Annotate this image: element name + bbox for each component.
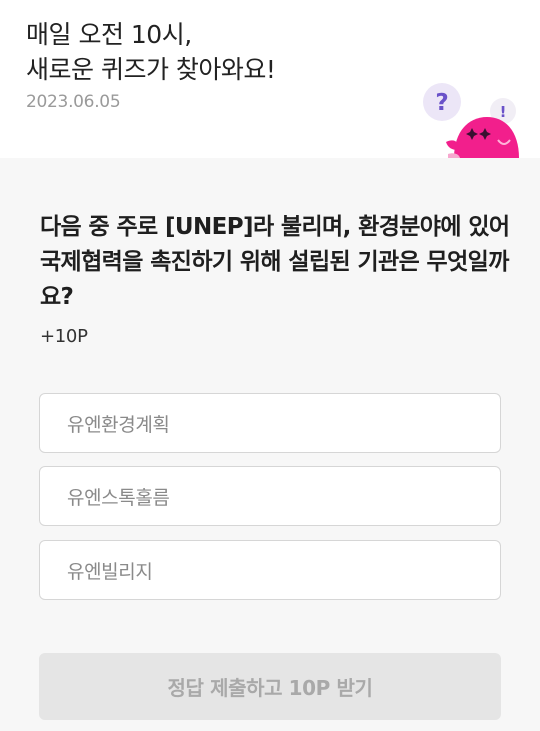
question-bubble-icon: ? <box>423 83 461 121</box>
answer-option-label: 유엔스톡홀름 <box>67 486 170 509</box>
svg-text:?: ? <box>435 90 448 116</box>
answer-option-label: 유엔환경계획 <box>67 413 170 436</box>
title-line-2: 새로운 퀴즈가 찾아와요! <box>26 55 276 84</box>
answer-option-1[interactable]: 유엔환경계획 <box>39 393 501 453</box>
mascot-character-icon: ? ! <box>423 83 519 158</box>
quiz-date: 2023.06.05 <box>26 92 121 112</box>
answer-option-2[interactable]: 유엔스톡홀름 <box>39 466 501 526</box>
title-line-1: 매일 오전 10시, <box>26 20 192 49</box>
quiz-header: 매일 오전 10시, 새로운 퀴즈가 찾아와요! 2023.06.05 ? ! <box>0 0 540 158</box>
quiz-question: 다음 중 주로 [UNEP]라 불리며, 환경분야에 있어 국제협력을 촉진하기… <box>40 214 510 310</box>
answer-option-label: 유엔빌리지 <box>67 560 153 583</box>
submit-answer-button[interactable]: 정답 제출하고 10P 받기 <box>39 653 501 720</box>
answer-option-3[interactable]: 유엔빌리지 <box>39 540 501 600</box>
page-title: 매일 오전 10시, 새로운 퀴즈가 찾아와요! <box>26 17 276 87</box>
reward-points: +10P <box>40 326 88 347</box>
svg-text:!: ! <box>500 103 507 121</box>
